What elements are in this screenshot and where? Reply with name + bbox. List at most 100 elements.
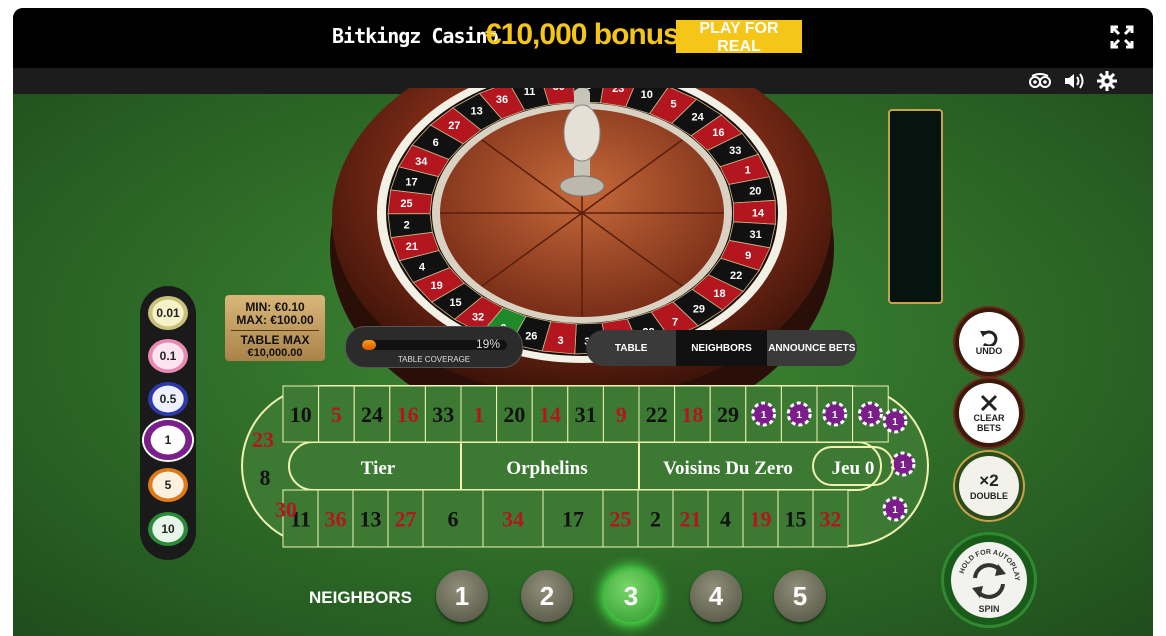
double-button[interactable]: ×2 DOUBLE xyxy=(959,456,1019,516)
max-bet: MAX: €100.00 xyxy=(236,313,314,327)
racetrack-number: 33 xyxy=(432,402,454,427)
racetrack-number: 32 xyxy=(820,507,842,532)
racetrack-number: 22 xyxy=(646,402,668,427)
wheel-pocket-number: 7 xyxy=(672,317,678,329)
wheel-pocket-number: 19 xyxy=(431,280,443,292)
bonus-text: €10,000 bonus xyxy=(485,18,680,51)
racetrack-number: 25 xyxy=(610,507,632,532)
neighbors-option-3[interactable]: 3 xyxy=(605,570,657,622)
coverage-label: TABLE COVERAGE xyxy=(397,355,471,364)
racetrack-number: 36 xyxy=(325,507,347,532)
chip-0-5[interactable]: 0.5 xyxy=(148,382,188,416)
wheel-pocket-number: 5 xyxy=(670,99,676,111)
spin-graphics: HOLD FOR AUTOPLAY SPIN xyxy=(959,549,1020,614)
bet-chip-value: 1 xyxy=(868,410,874,421)
promo-bar: Bitkingz Casino €10,000 bonus PLAY FOR R… xyxy=(13,8,1153,68)
racetrack-number: 29 xyxy=(717,402,739,427)
bet-chip-value: 1 xyxy=(900,460,906,471)
spin-icon xyxy=(972,563,1006,599)
neighbors-option-4[interactable]: 4 xyxy=(690,570,742,622)
wheel-pocket-number: 33 xyxy=(729,145,741,157)
close-icon xyxy=(980,394,998,412)
results-history-panel xyxy=(888,109,943,304)
chip-5[interactable]: 5 xyxy=(148,468,188,502)
wheel-pocket-number: 17 xyxy=(405,176,417,188)
wheel-pocket-number: 21 xyxy=(406,241,418,253)
bet-chip-value: 1 xyxy=(761,410,767,421)
wheel-pocket-number: 25 xyxy=(400,198,412,210)
wheel-pocket-number: 13 xyxy=(471,105,483,117)
chip-0-1[interactable]: 0.1 xyxy=(148,339,188,373)
wheel-pocket-number: 6 xyxy=(433,137,439,149)
racetrack-number: 16 xyxy=(397,402,419,427)
racetrack-number: 2 xyxy=(650,507,661,532)
racetrack-number: 20 xyxy=(503,402,525,427)
table-coverage: 19% TABLE COVERAGE xyxy=(345,326,523,368)
wheel-pocket-number: 15 xyxy=(449,297,461,309)
neighbors-label: NEIGHBORS xyxy=(309,588,412,607)
bet-chip-value: 1 xyxy=(832,410,838,421)
wheel-pocket-number: 29 xyxy=(693,304,705,316)
settings-icon[interactable] xyxy=(1096,71,1118,91)
racetrack-number: 24 xyxy=(361,402,383,427)
bet-chip-value: 1 xyxy=(796,410,802,421)
bet-view-tabs: TABLE NEIGHBORS ANNOUNCE BETS xyxy=(586,330,857,366)
table-max-label: TABLE MAX xyxy=(231,330,319,347)
racetrack-number: 18 xyxy=(681,402,703,427)
neighbors-option-1[interactable]: 1 xyxy=(436,570,488,622)
tripadvisor-icon[interactable] xyxy=(1029,71,1051,91)
table-limits[interactable]: MIN: €0.10 MAX: €100.00 TABLE MAX €10,00… xyxy=(225,295,325,361)
tab-announce-bets[interactable]: ANNOUNCE BETS xyxy=(767,330,857,366)
racetrack-number[interactable]: 8 xyxy=(260,465,271,490)
wheel-pocket-number: 27 xyxy=(448,120,460,132)
chip-0-01[interactable]: 0.01 xyxy=(148,296,188,330)
clear-bets-button[interactable]: CLEAR BETS xyxy=(959,383,1019,443)
coverage-fill xyxy=(362,340,376,350)
wheel-pocket-number: 10 xyxy=(641,89,653,101)
racetrack-number: 10 xyxy=(290,402,312,427)
undo-button[interactable]: UNDO xyxy=(959,312,1019,372)
wheel-pocket-number: 20 xyxy=(749,186,761,198)
racetrack-board: 10 5 24 16 33 1 20 14 31 9 22 18 29 1 1 1 111 36 13 27 6 34 17… xyxy=(241,385,929,548)
wheel-pocket-number: 4 xyxy=(419,261,426,273)
wheel-pocket-number: 14 xyxy=(752,207,765,219)
game-frame: Bitkingz Casino €10,000 bonus PLAY FOR R… xyxy=(13,8,1153,636)
racetrack-number: 6 xyxy=(448,507,459,532)
brand-name: Bitkingz Casino xyxy=(332,24,499,48)
racetrack-number: 27 xyxy=(395,507,417,532)
racetrack-number: 13 xyxy=(360,507,382,532)
racetrack-number: 21 xyxy=(680,507,702,532)
jeu-zero-label[interactable]: Jeu 0 xyxy=(832,458,875,479)
tab-neighbors[interactable]: NEIGHBORS xyxy=(676,330,767,366)
racetrack-number: 15 xyxy=(785,507,807,532)
neighbors-option-5[interactable]: 5 xyxy=(774,570,826,622)
double-label: DOUBLE xyxy=(970,491,1008,501)
racetrack-number[interactable]: 30 xyxy=(275,497,297,522)
expand-icon[interactable] xyxy=(1109,24,1135,50)
racetrack-number: 14 xyxy=(539,402,561,427)
wheel-pocket-number: 11 xyxy=(524,88,536,98)
spin-face: HOLD FOR AUTOPLAY SPIN xyxy=(951,542,1027,618)
wheel-pocket-number: 32 xyxy=(472,311,484,323)
min-bet: MIN: €0.10 xyxy=(245,300,305,314)
play-for-real-button[interactable]: PLAY FOR REAL xyxy=(676,20,802,55)
coverage-percent: 19% xyxy=(476,337,501,351)
orphelins-section[interactable]: Orphelins xyxy=(506,458,587,479)
wheel-pocket-number: 23 xyxy=(612,88,624,95)
chip-10[interactable]: 10 xyxy=(148,512,188,546)
wheel-pocket-number: 30 xyxy=(553,88,565,93)
spin-button[interactable]: HOLD FOR AUTOPLAY SPIN xyxy=(944,535,1034,625)
wheel-pocket-number: 31 xyxy=(749,229,761,241)
neighbors-option-2[interactable]: 2 xyxy=(521,570,573,622)
tab-table[interactable]: TABLE xyxy=(586,330,676,366)
voisins-section[interactable]: Voisins Du Zero xyxy=(663,458,793,479)
wheel-pocket-number: 1 xyxy=(745,165,751,177)
chip-1-selected[interactable]: 1 xyxy=(144,420,192,460)
volume-icon[interactable] xyxy=(1063,71,1085,91)
bet-chip-value: 1 xyxy=(892,417,898,428)
tier-section[interactable]: Tier xyxy=(361,458,396,479)
racetrack-number[interactable]: 23 xyxy=(252,427,274,452)
wheel-pocket-number: 24 xyxy=(691,111,704,123)
wheel-pocket-number: 18 xyxy=(713,288,725,300)
clear-bets-label: CLEAR BETS xyxy=(973,413,1005,433)
